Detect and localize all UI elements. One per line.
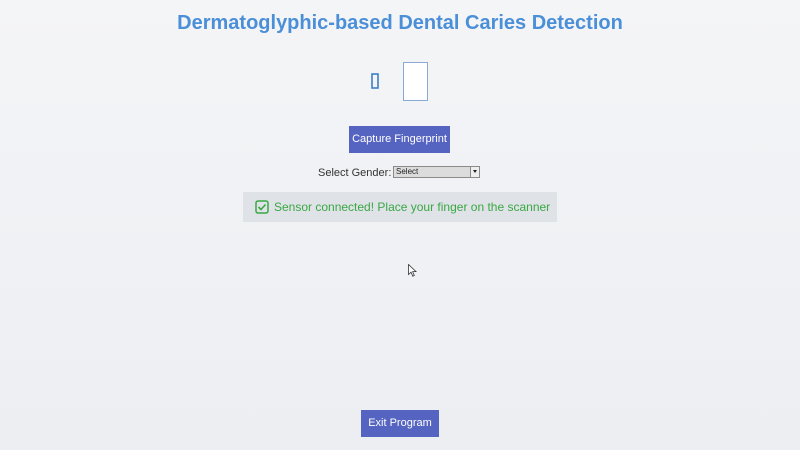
exit-program-button[interactable]: Exit Program	[361, 410, 439, 437]
fingerprint-preview	[403, 62, 428, 101]
status-message: Sensor connected! Place your finger on t…	[243, 192, 557, 222]
chevron-down-icon[interactable]	[470, 167, 479, 177]
capture-fingerprint-button[interactable]: Capture Fingerprint	[349, 126, 450, 153]
status-text: Sensor connected! Place your finger on t…	[274, 200, 551, 214]
page-title: Dermatoglyphic-based Dental Caries Detec…	[177, 12, 623, 34]
mouse-cursor-icon	[408, 264, 417, 277]
check-square-icon	[255, 200, 269, 214]
gender-select-value: Select	[396, 167, 419, 176]
gender-label: Select Gender:	[318, 167, 392, 179]
gender-select[interactable]: Select	[393, 166, 480, 178]
fingerprint-placeholder-icon	[370, 72, 380, 90]
